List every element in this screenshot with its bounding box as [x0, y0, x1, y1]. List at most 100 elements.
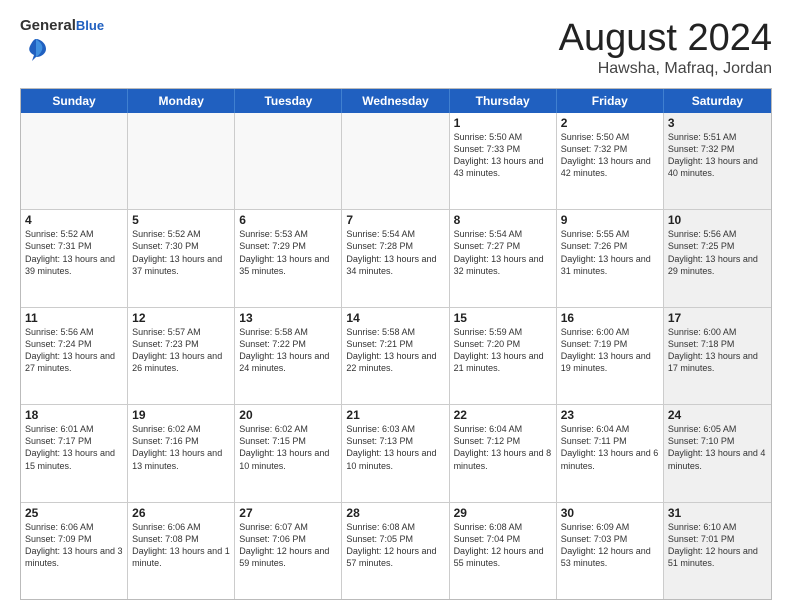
day-cell-20: 20Sunrise: 6:02 AM Sunset: 7:15 PM Dayli…	[235, 405, 342, 501]
title-location: Hawsha, Mafraq, Jordan	[559, 60, 772, 78]
day-number: 11	[25, 311, 123, 325]
day-cell-4: 4Sunrise: 5:52 AM Sunset: 7:31 PM Daylig…	[21, 210, 128, 306]
day-number: 14	[346, 311, 444, 325]
day-number: 1	[454, 116, 552, 130]
day-number: 6	[239, 213, 337, 227]
calendar-body: 1Sunrise: 5:50 AM Sunset: 7:33 PM Daylig…	[21, 113, 771, 599]
day-cell-1: 1Sunrise: 5:50 AM Sunset: 7:33 PM Daylig…	[450, 113, 557, 209]
day-info: Sunrise: 5:51 AM Sunset: 7:32 PM Dayligh…	[668, 131, 767, 180]
day-number: 30	[561, 506, 659, 520]
day-cell-26: 26Sunrise: 6:06 AM Sunset: 7:08 PM Dayli…	[128, 503, 235, 599]
day-info: Sunrise: 5:50 AM Sunset: 7:33 PM Dayligh…	[454, 131, 552, 180]
weekday-header-thursday: Thursday	[450, 89, 557, 113]
day-cell-17: 17Sunrise: 6:00 AM Sunset: 7:18 PM Dayli…	[664, 308, 771, 404]
day-number: 9	[561, 213, 659, 227]
day-number: 22	[454, 408, 552, 422]
day-number: 24	[668, 408, 767, 422]
weekday-header-friday: Friday	[557, 89, 664, 113]
day-cell-7: 7Sunrise: 5:54 AM Sunset: 7:28 PM Daylig…	[342, 210, 449, 306]
day-info: Sunrise: 6:08 AM Sunset: 7:05 PM Dayligh…	[346, 521, 444, 570]
day-number: 18	[25, 408, 123, 422]
week-row-3: 11Sunrise: 5:56 AM Sunset: 7:24 PM Dayli…	[21, 308, 771, 405]
day-cell-16: 16Sunrise: 6:00 AM Sunset: 7:19 PM Dayli…	[557, 308, 664, 404]
day-cell-11: 11Sunrise: 5:56 AM Sunset: 7:24 PM Dayli…	[21, 308, 128, 404]
day-cell-23: 23Sunrise: 6:04 AM Sunset: 7:11 PM Dayli…	[557, 405, 664, 501]
day-info: Sunrise: 6:09 AM Sunset: 7:03 PM Dayligh…	[561, 521, 659, 570]
day-info: Sunrise: 6:00 AM Sunset: 7:18 PM Dayligh…	[668, 326, 767, 375]
weekday-header-tuesday: Tuesday	[235, 89, 342, 113]
day-number: 21	[346, 408, 444, 422]
day-number: 17	[668, 311, 767, 325]
weekday-header-wednesday: Wednesday	[342, 89, 449, 113]
day-info: Sunrise: 5:56 AM Sunset: 7:25 PM Dayligh…	[668, 228, 767, 277]
logo-text: GeneralBlue	[20, 18, 104, 35]
day-cell-18: 18Sunrise: 6:01 AM Sunset: 7:17 PM Dayli…	[21, 405, 128, 501]
week-row-1: 1Sunrise: 5:50 AM Sunset: 7:33 PM Daylig…	[21, 113, 771, 210]
header: GeneralBlue August 2024 Hawsha, Mafraq, …	[20, 18, 772, 78]
weekday-header-monday: Monday	[128, 89, 235, 113]
day-number: 19	[132, 408, 230, 422]
empty-cell	[21, 113, 128, 209]
day-info: Sunrise: 5:58 AM Sunset: 7:22 PM Dayligh…	[239, 326, 337, 375]
day-number: 29	[454, 506, 552, 520]
day-info: Sunrise: 6:08 AM Sunset: 7:04 PM Dayligh…	[454, 521, 552, 570]
day-info: Sunrise: 6:00 AM Sunset: 7:19 PM Dayligh…	[561, 326, 659, 375]
day-cell-14: 14Sunrise: 5:58 AM Sunset: 7:21 PM Dayli…	[342, 308, 449, 404]
day-cell-13: 13Sunrise: 5:58 AM Sunset: 7:22 PM Dayli…	[235, 308, 342, 404]
day-cell-6: 6Sunrise: 5:53 AM Sunset: 7:29 PM Daylig…	[235, 210, 342, 306]
day-cell-31: 31Sunrise: 6:10 AM Sunset: 7:01 PM Dayli…	[664, 503, 771, 599]
day-number: 12	[132, 311, 230, 325]
day-number: 20	[239, 408, 337, 422]
day-cell-21: 21Sunrise: 6:03 AM Sunset: 7:13 PM Dayli…	[342, 405, 449, 501]
day-info: Sunrise: 6:04 AM Sunset: 7:11 PM Dayligh…	[561, 423, 659, 472]
day-cell-15: 15Sunrise: 5:59 AM Sunset: 7:20 PM Dayli…	[450, 308, 557, 404]
day-info: Sunrise: 5:55 AM Sunset: 7:26 PM Dayligh…	[561, 228, 659, 277]
day-cell-3: 3Sunrise: 5:51 AM Sunset: 7:32 PM Daylig…	[664, 113, 771, 209]
day-info: Sunrise: 5:57 AM Sunset: 7:23 PM Dayligh…	[132, 326, 230, 375]
day-number: 4	[25, 213, 123, 227]
title-month: August 2024	[559, 18, 772, 60]
day-number: 13	[239, 311, 337, 325]
title-block: August 2024 Hawsha, Mafraq, Jordan	[559, 18, 772, 78]
day-number: 31	[668, 506, 767, 520]
logo-blue-label: Blue	[76, 18, 104, 33]
day-info: Sunrise: 6:02 AM Sunset: 7:16 PM Dayligh…	[132, 423, 230, 472]
day-cell-25: 25Sunrise: 6:06 AM Sunset: 7:09 PM Dayli…	[21, 503, 128, 599]
day-number: 3	[668, 116, 767, 130]
day-cell-12: 12Sunrise: 5:57 AM Sunset: 7:23 PM Dayli…	[128, 308, 235, 404]
day-number: 25	[25, 506, 123, 520]
day-info: Sunrise: 6:10 AM Sunset: 7:01 PM Dayligh…	[668, 521, 767, 570]
day-info: Sunrise: 5:50 AM Sunset: 7:32 PM Dayligh…	[561, 131, 659, 180]
empty-cell	[235, 113, 342, 209]
day-number: 16	[561, 311, 659, 325]
empty-cell	[128, 113, 235, 209]
day-info: Sunrise: 6:05 AM Sunset: 7:10 PM Dayligh…	[668, 423, 767, 472]
day-info: Sunrise: 6:02 AM Sunset: 7:15 PM Dayligh…	[239, 423, 337, 472]
weekday-header-saturday: Saturday	[664, 89, 771, 113]
day-cell-24: 24Sunrise: 6:05 AM Sunset: 7:10 PM Dayli…	[664, 405, 771, 501]
day-number: 10	[668, 213, 767, 227]
day-info: Sunrise: 5:52 AM Sunset: 7:31 PM Dayligh…	[25, 228, 123, 277]
page: GeneralBlue August 2024 Hawsha, Mafraq, …	[0, 0, 792, 612]
day-cell-5: 5Sunrise: 5:52 AM Sunset: 7:30 PM Daylig…	[128, 210, 235, 306]
calendar-header: SundayMondayTuesdayWednesdayThursdayFrid…	[21, 89, 771, 113]
calendar: SundayMondayTuesdayWednesdayThursdayFrid…	[20, 88, 772, 600]
day-number: 8	[454, 213, 552, 227]
day-cell-22: 22Sunrise: 6:04 AM Sunset: 7:12 PM Dayli…	[450, 405, 557, 501]
empty-cell	[342, 113, 449, 209]
day-number: 5	[132, 213, 230, 227]
day-cell-27: 27Sunrise: 6:07 AM Sunset: 7:06 PM Dayli…	[235, 503, 342, 599]
day-number: 28	[346, 506, 444, 520]
day-info: Sunrise: 5:54 AM Sunset: 7:27 PM Dayligh…	[454, 228, 552, 277]
day-info: Sunrise: 6:04 AM Sunset: 7:12 PM Dayligh…	[454, 423, 552, 472]
day-info: Sunrise: 6:06 AM Sunset: 7:09 PM Dayligh…	[25, 521, 123, 570]
day-info: Sunrise: 6:06 AM Sunset: 7:08 PM Dayligh…	[132, 521, 230, 570]
logo-general: General	[20, 17, 76, 34]
day-info: Sunrise: 5:53 AM Sunset: 7:29 PM Dayligh…	[239, 228, 337, 277]
day-info: Sunrise: 6:07 AM Sunset: 7:06 PM Dayligh…	[239, 521, 337, 570]
day-number: 2	[561, 116, 659, 130]
day-number: 26	[132, 506, 230, 520]
day-cell-19: 19Sunrise: 6:02 AM Sunset: 7:16 PM Dayli…	[128, 405, 235, 501]
logo: GeneralBlue	[20, 18, 104, 68]
day-cell-29: 29Sunrise: 6:08 AM Sunset: 7:04 PM Dayli…	[450, 503, 557, 599]
